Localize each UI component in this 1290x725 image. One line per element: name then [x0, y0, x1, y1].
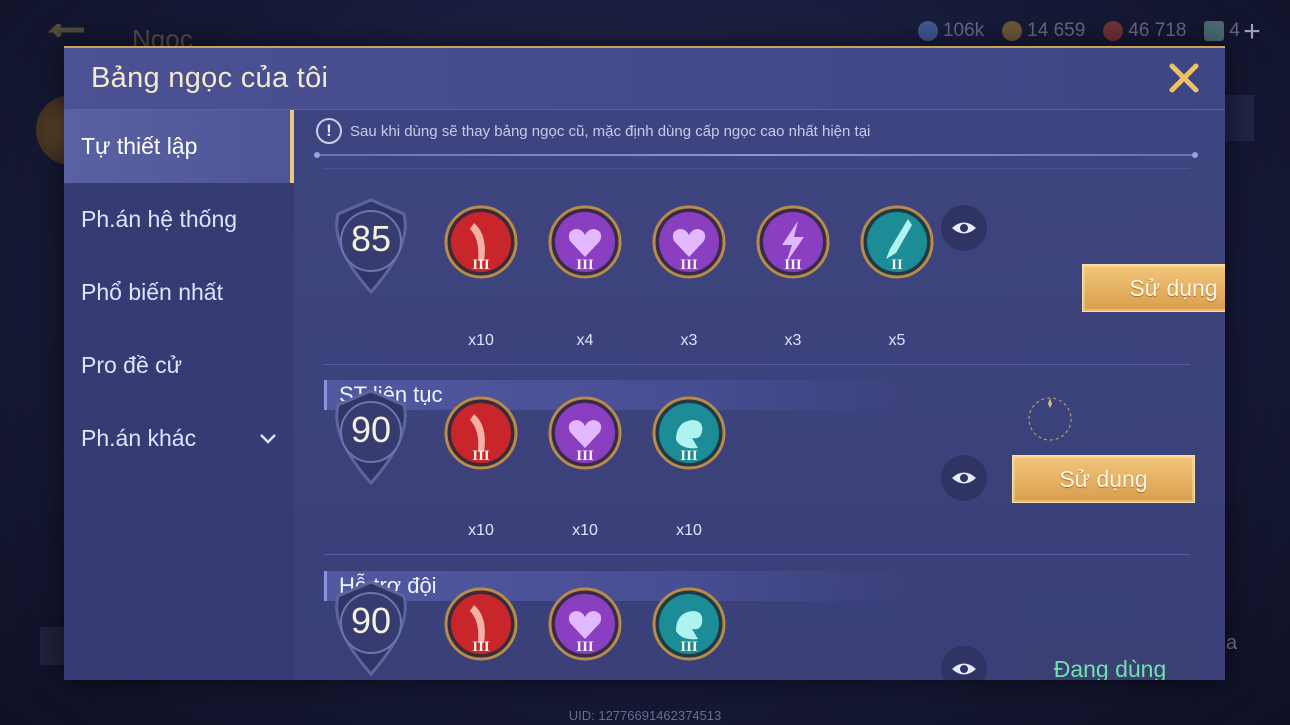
eye-icon: [952, 222, 976, 234]
gem-tier: III: [576, 639, 594, 655]
modal-title: Bảng ngọc của tôi: [91, 62, 329, 94]
gem-count: x10: [676, 522, 702, 539]
currency-bar: 106k 14 659 46 718 4: [917, 20, 1240, 42]
divider: [324, 554, 1190, 555]
level-badge: 90: [326, 387, 416, 487]
compass-icon: [1028, 397, 1072, 441]
close-icon[interactable]: [1164, 58, 1204, 98]
preview-button[interactable]: [941, 646, 987, 680]
sidebar-item-pro[interactable]: Pro đề cử: [64, 329, 294, 402]
background-text-edge: a: [1226, 632, 1238, 654]
gem-count: x10: [572, 522, 598, 539]
gem-slot[interactable]: III: [444, 587, 518, 661]
currency-card: 4: [1204, 20, 1240, 42]
gem-slot[interactable]: III: [652, 205, 726, 279]
sidebar: Tự thiết lập Ph.án hệ thống Phổ biến nhấ…: [64, 110, 294, 680]
background-top-bar: Ngọc 106k 14 659 46 718 4 +: [0, 0, 1290, 54]
currency-value: 46 718: [1128, 20, 1187, 41]
modal-header: Bảng ngọc của tôi: [64, 48, 1225, 110]
notice-bar: ! Sau khi dùng sẽ thay bảng ngọc cũ, mặc…: [316, 118, 870, 144]
gem-slot[interactable]: III: [548, 396, 622, 470]
sidebar-item-system[interactable]: Ph.án hệ thống: [64, 183, 294, 256]
gem-tier: III: [576, 257, 594, 273]
chevron-down-icon: [260, 434, 276, 444]
gem-tier: III: [472, 257, 490, 273]
rune-setups-list[interactable]: ! Sau khi dùng sẽ thay bảng ngọc cũ, mặc…: [294, 110, 1225, 680]
gem-tier: III: [680, 639, 698, 655]
currency-gold: 14 659: [1002, 20, 1085, 42]
sidebar-item-label: Pro đề cử: [81, 352, 183, 378]
card-icon: [1204, 21, 1225, 41]
gem-tier: III: [472, 639, 490, 655]
gem-tier: III: [576, 448, 594, 464]
currency-value: 14 659: [1027, 20, 1086, 41]
diamond-icon: [917, 21, 938, 41]
gem-count: x3: [784, 332, 802, 349]
preview-button[interactable]: [941, 455, 987, 501]
gem-count: x5: [888, 332, 906, 349]
gem-count: x10: [468, 522, 494, 539]
divider: [324, 168, 1190, 169]
sidebar-item-label: Tự thiết lập: [81, 133, 198, 159]
gem-slot[interactable]: III: [444, 396, 518, 470]
eye-icon: [952, 663, 976, 675]
ruby-icon: [1103, 21, 1124, 41]
gem-tier: III: [680, 257, 698, 273]
sidebar-item-custom[interactable]: Tự thiết lập: [64, 110, 294, 183]
gem-slot[interactable]: III: [548, 587, 622, 661]
gold-coin-icon: [1002, 21, 1023, 41]
rune-level: 85: [350, 218, 392, 259]
in-use-button: Đang dùng: [1020, 646, 1200, 680]
gem-count: x4: [576, 332, 594, 349]
uid-label: UID: 12776691462374513: [568, 708, 722, 723]
use-button[interactable]: Sử dụng: [1012, 455, 1195, 503]
gem-slot[interactable]: III: [548, 205, 622, 279]
currency-value: 106k: [942, 20, 985, 41]
add-currency-button[interactable]: +: [1238, 17, 1266, 47]
gem-tier: II: [891, 257, 903, 273]
currency-diamond: 106k: [917, 20, 985, 42]
gem-slot[interactable]: III: [652, 396, 726, 470]
level-badge: 90: [326, 578, 416, 678]
gem-tier: III: [680, 448, 698, 464]
sidebar-item-label: Ph.án hệ thống: [81, 206, 238, 232]
notice-text: Sau khi dùng sẽ thay bảng ngọc cũ, mặc đ…: [350, 122, 871, 140]
gem-tier: III: [784, 257, 802, 273]
sidebar-item-label: Phổ biến nhất: [81, 279, 223, 305]
sidebar-item-label: Ph.án khác: [81, 425, 197, 451]
gem-count: x3: [680, 332, 698, 349]
gem-slot[interactable]: III: [652, 587, 726, 661]
gem-slot[interactable]: III: [444, 205, 518, 279]
rune-level: 90: [350, 409, 392, 450]
rune-level: 90: [350, 600, 392, 641]
level-badge: 85: [326, 196, 416, 296]
rune-page-modal: Bảng ngọc của tôi Tự thiết lập Ph.án hệ …: [64, 46, 1225, 680]
divider: [314, 152, 1198, 158]
currency-ruby: 46 718: [1103, 20, 1186, 42]
gem-count: x10: [468, 332, 494, 349]
gem-slot[interactable]: II: [860, 205, 934, 279]
gem-tier: III: [472, 448, 490, 464]
warning-icon: !: [316, 118, 342, 144]
preview-button[interactable]: [941, 205, 987, 251]
sidebar-item-other[interactable]: Ph.án khác: [64, 402, 294, 475]
divider: [324, 364, 1190, 365]
use-button[interactable]: Sử dụng: [1082, 264, 1225, 312]
background-panel-edge: [1224, 95, 1254, 141]
eye-icon: [952, 472, 976, 484]
sidebar-item-popular[interactable]: Phổ biến nhất: [64, 256, 294, 329]
gem-slot[interactable]: III: [756, 205, 830, 279]
